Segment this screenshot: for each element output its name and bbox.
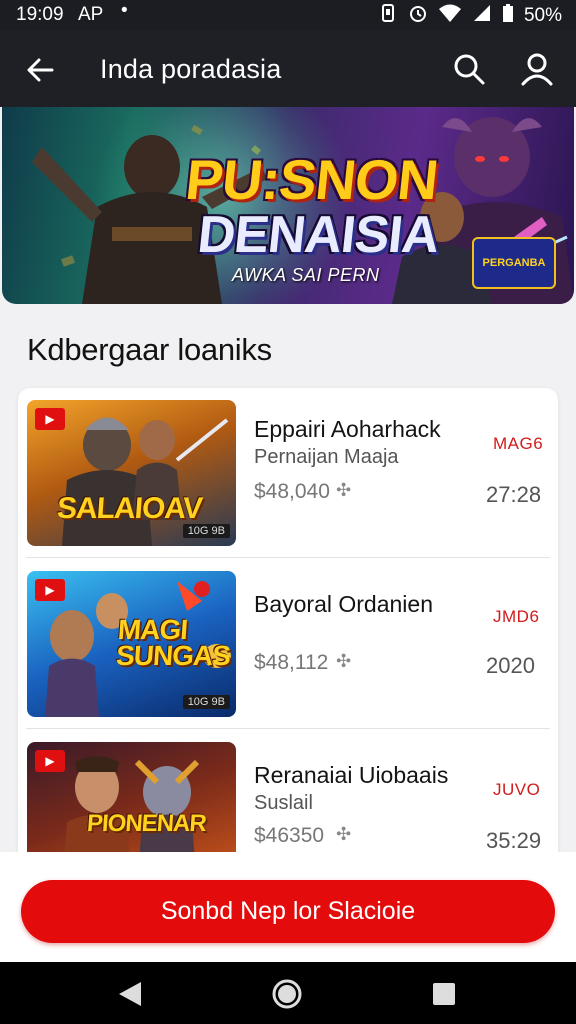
banner-badge: PERGANBA — [472, 237, 556, 289]
item-tag: JUVO — [493, 780, 541, 799]
page-title: Inda poradasia — [100, 54, 282, 84]
arrow-left-icon — [27, 58, 54, 82]
item-flag-badge: ▶ — [35, 579, 65, 601]
banner-title-line1: PU:SNON — [182, 148, 441, 211]
person-icon — [521, 53, 553, 86]
status-bar: 19:09 AP • 50% — [0, 0, 576, 30]
item-title: Eppairi Aoharhack — [254, 416, 441, 442]
item-thumbnail-title: SALAIOAV — [55, 492, 203, 525]
item-flag-badge: ▶ — [35, 408, 65, 430]
item-price: $48,040 — [254, 480, 330, 503]
search-button[interactable] — [450, 50, 488, 88]
signal-icon — [472, 3, 492, 29]
game-list: ▶ SALAIOAV 10G 9B Eppairi Aoharhack Pern… — [18, 388, 558, 878]
item-number: 2020 — [486, 653, 535, 678]
item-title: Bayoral Ordanien — [254, 591, 433, 617]
vibrate-icon — [378, 3, 398, 29]
item-thumbnail: ▶ MAGI SUNGAS 10G 9B — [27, 571, 236, 717]
banner-badge-text: PERGANBA — [482, 257, 546, 269]
sparkle-icon: ✣ — [336, 651, 352, 671]
item-thumbnail-tag: 10G 9B — [182, 695, 230, 709]
battery-icon — [502, 3, 514, 29]
divider — [26, 728, 550, 729]
item-thumbnail-tag: 10G 9B — [182, 524, 230, 538]
item-number: 27:28 — [486, 482, 542, 507]
item-thumbnail-title: PIONENAR — [86, 810, 207, 837]
item-thumbnail: ▶ SALAIOAV 10G 9B — [27, 400, 236, 546]
cta-button[interactable]: Sonbd Nep lor Slacioie — [21, 880, 555, 943]
nav-home-button[interactable] — [272, 979, 302, 1009]
wifi-icon — [438, 3, 462, 29]
item-price: $46350 — [254, 824, 325, 847]
promo-banner[interactable]: PU:SNON DENAISIA AWKA SAI PERN PERGANBA — [2, 107, 574, 304]
square-recent-icon — [433, 983, 455, 1005]
item-tag: JMD6 — [493, 607, 540, 626]
nav-back-button[interactable] — [115, 980, 147, 1008]
circle-home-icon — [272, 979, 302, 1009]
item-number: 35:29 — [486, 828, 542, 853]
sparkle-icon: ✣ — [336, 824, 352, 844]
item-tag: MAG6 — [493, 434, 544, 453]
list-item[interactable]: ▶ MAGI SUNGAS 10G 9B Bayoral Ordanien $4… — [18, 559, 558, 729]
alarm-icon — [408, 3, 428, 29]
status-dot: • — [121, 0, 128, 21]
nav-recent-button[interactable] — [432, 982, 456, 1006]
banner-title-line2: DENAISIA — [194, 206, 442, 264]
banner-subtitle: AWKA SAI PERN — [232, 265, 380, 285]
item-subtitle: Pernaijan Maaja — [254, 446, 399, 468]
app-bar: Inda poradasia — [0, 30, 576, 107]
sparkle-icon: ✣ — [336, 480, 352, 500]
item-subtitle: Suslail — [254, 792, 313, 814]
item-price: $48,112 — [254, 651, 329, 674]
status-time: 19:09 — [16, 4, 64, 25]
item-title: Reranaiai Uiobaais — [254, 762, 449, 788]
system-nav-bar — [0, 962, 576, 1024]
item-thumbnail-title: MAGI SUNGAS — [115, 614, 232, 671]
divider — [26, 557, 550, 558]
status-carrier: AP — [78, 4, 104, 25]
section-heading: Kdbergaar loaniks — [27, 332, 272, 367]
back-button[interactable] — [22, 52, 58, 88]
profile-button[interactable] — [518, 50, 556, 88]
triangle-back-icon — [119, 982, 141, 1006]
item-flag-badge: ▶ — [35, 750, 65, 772]
search-icon — [454, 54, 485, 85]
status-battery: 50% — [523, 5, 562, 26]
list-item[interactable]: ▶ SALAIOAV 10G 9B Eppairi Aoharhack Pern… — [18, 388, 558, 558]
